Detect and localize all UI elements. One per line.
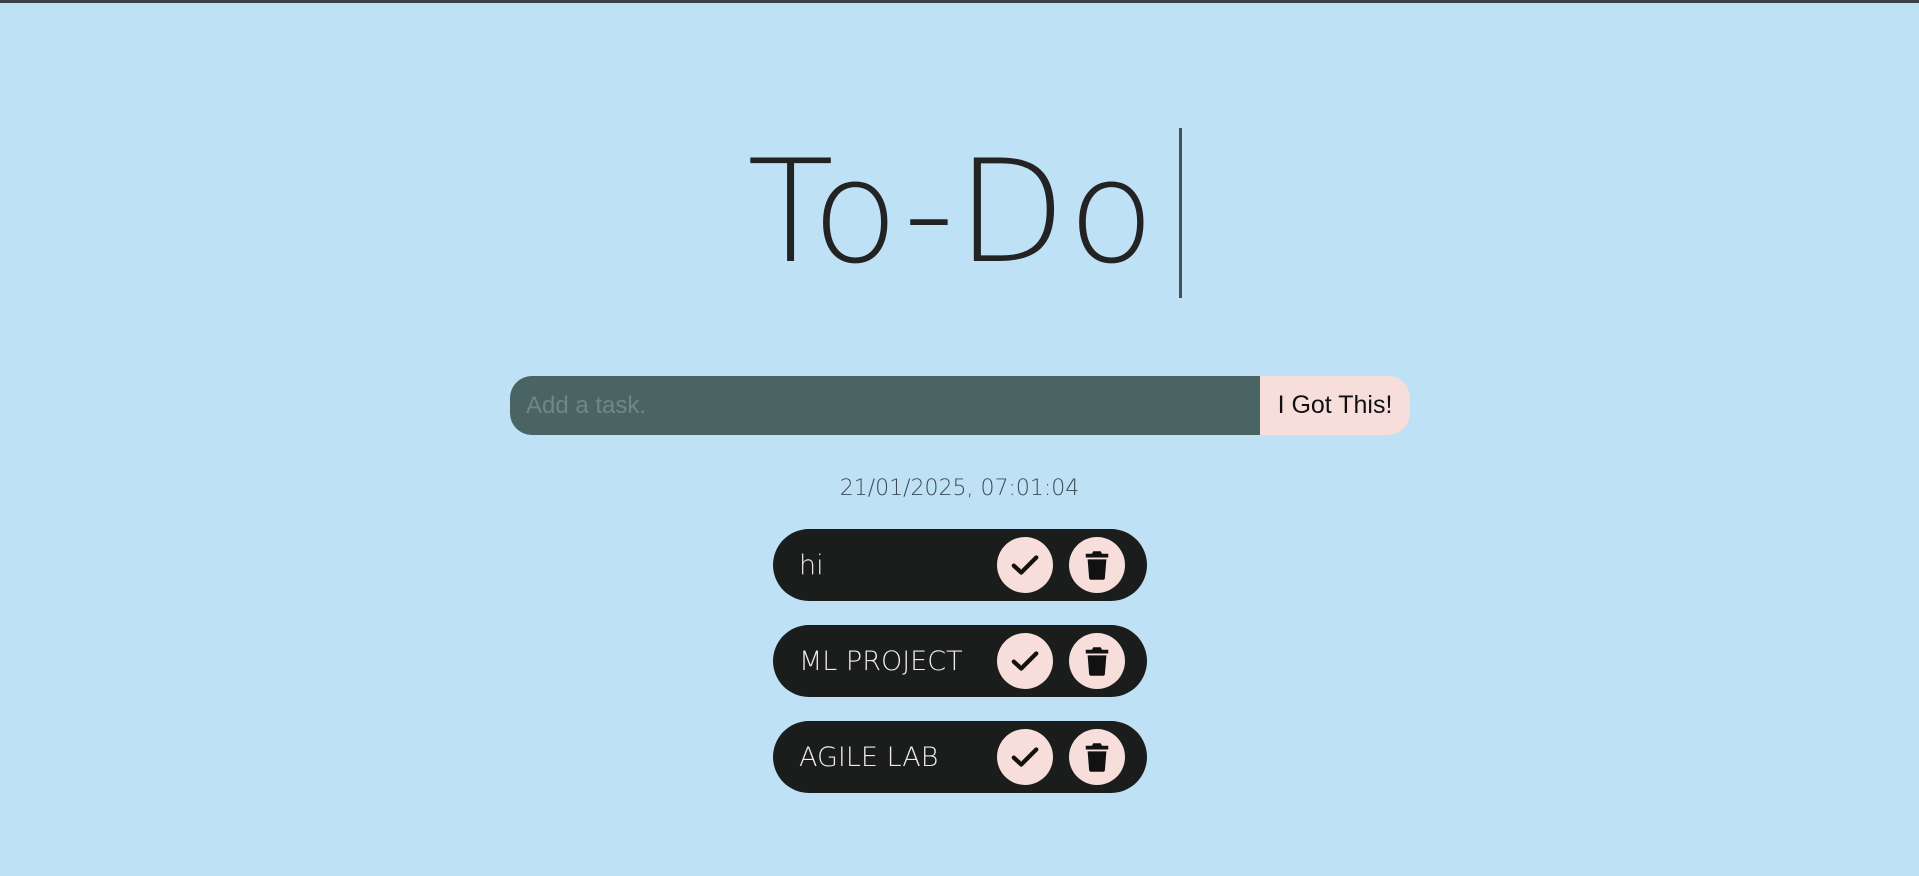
complete-task-button[interactable] (997, 537, 1053, 593)
check-icon (1011, 555, 1039, 575)
trash-icon (1085, 647, 1109, 676)
task-item: AGILE LAB (773, 721, 1147, 793)
header: To-Do (0, 128, 1919, 298)
check-icon (1011, 651, 1039, 671)
complete-task-button[interactable] (997, 633, 1053, 689)
current-datetime: 21/01/2025, 07:01:04 (839, 476, 1080, 501)
complete-task-button[interactable] (997, 729, 1053, 785)
task-item: hi (773, 529, 1147, 601)
page-title: To-Do (747, 128, 1182, 298)
task-text: ML PROJECT (799, 645, 963, 677)
trash-icon (1085, 743, 1109, 772)
task-input[interactable] (510, 376, 1260, 435)
delete-task-button[interactable] (1069, 729, 1125, 785)
check-icon (1011, 747, 1039, 767)
trash-icon (1085, 551, 1109, 580)
add-task-form: I Got This! (510, 376, 1410, 435)
task-text: hi (799, 549, 824, 581)
add-task-button[interactable]: I Got This! (1260, 376, 1410, 435)
task-list: hi ML PROJECT AGILE LAB (773, 529, 1147, 817)
delete-task-button[interactable] (1069, 633, 1125, 689)
delete-task-button[interactable] (1069, 537, 1125, 593)
task-text: AGILE LAB (799, 741, 939, 773)
window-top-border (0, 0, 1919, 3)
task-item: ML PROJECT (773, 625, 1147, 697)
